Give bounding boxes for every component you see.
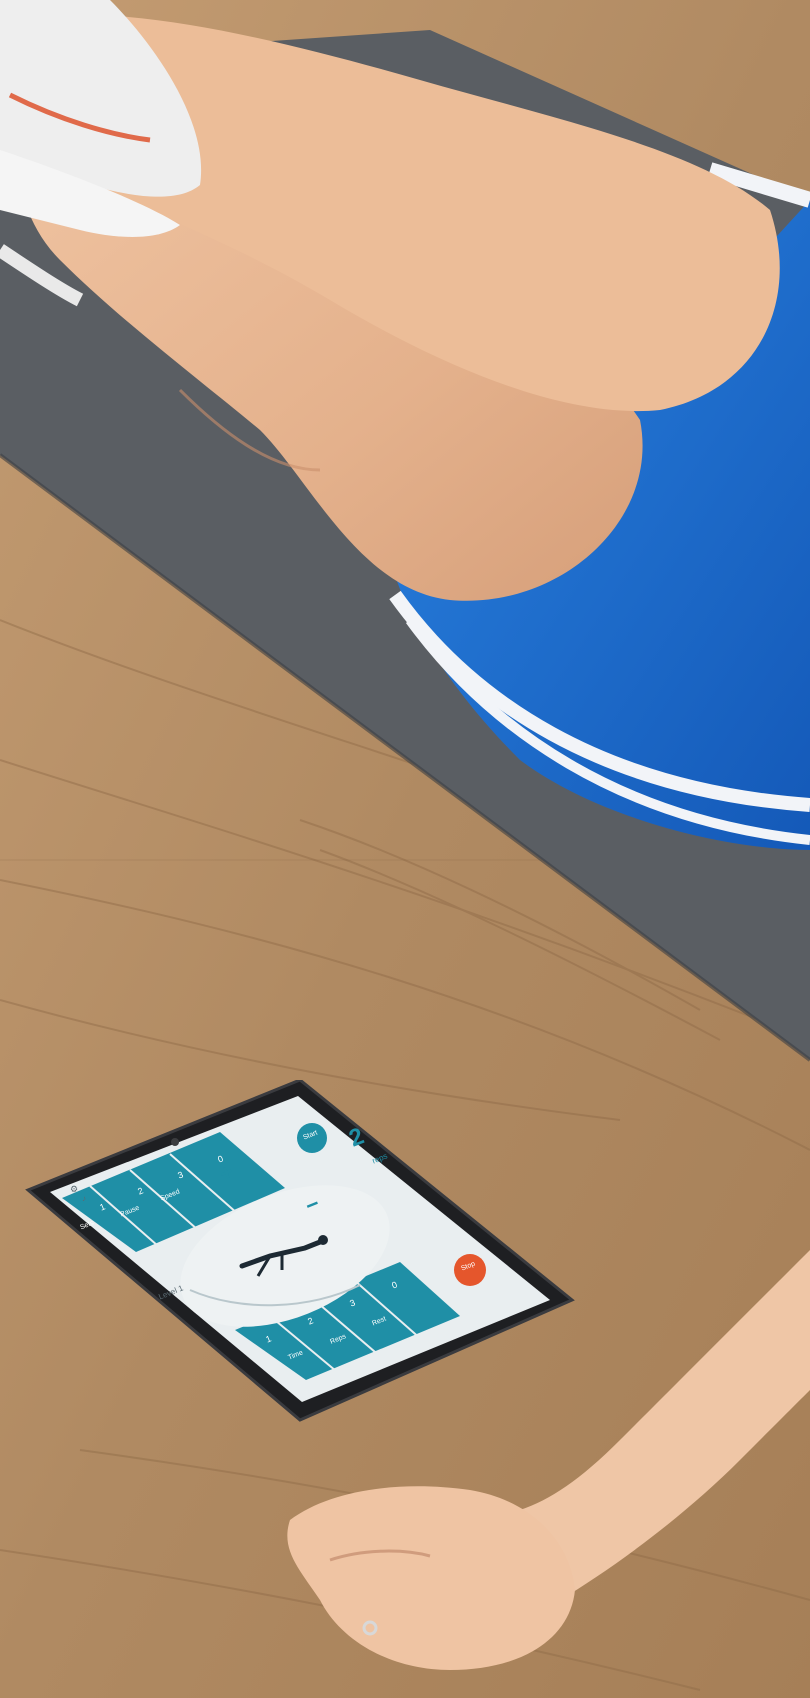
tablet-device: 2 reps + − Stop Start Level 1 1 2 3 0 Se…	[20, 1078, 580, 1430]
photo-background	[0, 0, 810, 1698]
gear-icon[interactable]: ⚙	[70, 1184, 78, 1195]
stop-button[interactable]	[454, 1254, 486, 1286]
tablet-illustration	[25, 1078, 575, 1422]
sound-icon[interactable]: ♪	[82, 1194, 86, 1203]
photo-scene: 2 reps + − Stop Start Level 1 1 2 3 0 Se…	[0, 0, 810, 1698]
camera-dot	[171, 1138, 179, 1146]
